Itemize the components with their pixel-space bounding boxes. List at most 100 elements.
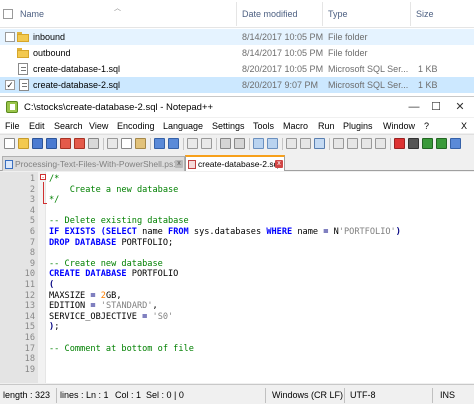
- record-macro-icon[interactable]: [394, 138, 405, 149]
- print-icon[interactable]: [88, 138, 99, 149]
- file-type: Microsoft SQL Ser...: [328, 80, 409, 90]
- show-all-characters-icon[interactable]: [300, 138, 311, 149]
- word-wrap-icon[interactable]: [286, 138, 297, 149]
- code-line[interactable]: 16: [0, 333, 474, 344]
- line-number: 4: [29, 205, 35, 216]
- minimize-button[interactable]: —: [406, 99, 422, 115]
- close-file-icon[interactable]: [60, 138, 71, 149]
- code-token: PORTFOLIO;: [116, 237, 174, 248]
- save-macro-icon[interactable]: [450, 138, 461, 149]
- code-token: name: [136, 227, 169, 237]
- open-file-icon[interactable]: [18, 138, 29, 149]
- code-token: GB,: [105, 290, 122, 301]
- code-editor[interactable]: 1/* 2 Create a new database 3 */4 5 -- Delete…: [0, 172, 474, 383]
- column-header-date[interactable]: Date modified: [242, 9, 298, 19]
- copy-icon[interactable]: [121, 138, 132, 149]
- column-divider[interactable]: [236, 2, 237, 26]
- menu-window[interactable]: Window: [383, 121, 415, 131]
- menu-close-document[interactable]: X: [461, 121, 467, 131]
- menu-edit[interactable]: Edit: [29, 121, 45, 131]
- folder-as-workspace-icon[interactable]: [375, 138, 386, 149]
- find-icon[interactable]: [187, 138, 198, 149]
- function-list-icon[interactable]: [361, 138, 372, 149]
- menu-plugins[interactable]: Plugins: [343, 121, 373, 131]
- file-row-create-database-1[interactable]: create-database-1.sql 8/20/2017 10:05 PM…: [0, 61, 474, 77]
- status-encoding[interactable]: UTF-8: [350, 390, 376, 400]
- run-macro-multiple-icon[interactable]: [436, 138, 447, 149]
- code-line[interactable]: 14 SERVICE_OBJECTIVE = 'S0': [0, 312, 474, 323]
- code-line[interactable]: 10 CREATE DATABASE PORTFOLIO: [0, 269, 474, 280]
- replace-icon[interactable]: [201, 138, 212, 149]
- code-line[interactable]: 1 /*: [0, 174, 474, 185]
- save-icon[interactable]: [32, 138, 43, 149]
- column-divider[interactable]: [410, 2, 411, 26]
- tab-processing-text-files[interactable]: Processing-Text-Files-With-PowerShell.ps…: [2, 156, 185, 171]
- menu-language[interactable]: Language: [163, 121, 203, 131]
- doc-map-icon[interactable]: [347, 138, 358, 149]
- playback-macro-icon[interactable]: [422, 138, 433, 149]
- code-line[interactable]: 8: [0, 248, 474, 259]
- zoom-in-icon[interactable]: [220, 138, 231, 149]
- select-all-checkbox[interactable]: [3, 9, 13, 19]
- code-token: -- Delete existing database: [49, 216, 189, 227]
- menu-file[interactable]: File: [5, 121, 20, 131]
- line-number: 2: [29, 184, 35, 195]
- column-header-type[interactable]: Type: [328, 9, 348, 19]
- new-file-icon[interactable]: [4, 138, 15, 149]
- code-line[interactable]: 18: [0, 354, 474, 365]
- code-line[interactable]: 7 DROP DATABASE PORTFOLIO;: [0, 238, 474, 249]
- menu-settings[interactable]: Settings: [212, 121, 245, 131]
- menu-tools[interactable]: Tools: [253, 121, 274, 131]
- menu-encoding[interactable]: Encoding: [117, 121, 155, 131]
- stop-recording-icon[interactable]: [408, 138, 419, 149]
- row-checkbox-checked[interactable]: ✓: [5, 80, 15, 90]
- menu-run[interactable]: Run: [318, 121, 335, 131]
- undo-icon[interactable]: [154, 138, 165, 149]
- code-line[interactable]: 15);: [0, 322, 474, 333]
- code-line[interactable]: 12 MAXSIZE = 2GB,: [0, 291, 474, 302]
- file-row-inbound[interactable]: inbound 8/14/2017 10:05 PM File folder: [0, 29, 474, 45]
- sync-vertical-icon[interactable]: [253, 138, 264, 149]
- line-number: 8: [29, 248, 35, 259]
- zoom-out-icon[interactable]: [234, 138, 245, 149]
- code-line[interactable]: 4: [0, 206, 474, 217]
- file-row-create-database-2[interactable]: ✓ create-database-2.sql 8/20/2017 9:07 P…: [0, 77, 474, 93]
- column-header-name[interactable]: Name: [20, 9, 44, 19]
- maximize-button[interactable]: ☐: [428, 99, 444, 115]
- code-line[interactable]: 19: [0, 365, 474, 376]
- code-line[interactable]: 17 -- Comment at bottom of file: [0, 344, 474, 355]
- code-token: IF EXISTS (: [49, 227, 106, 237]
- paste-icon[interactable]: [135, 138, 146, 149]
- code-line[interactable]: 11 (: [0, 280, 474, 291]
- redo-icon[interactable]: [168, 138, 179, 149]
- sync-horizontal-icon[interactable]: [267, 138, 278, 149]
- save-all-icon[interactable]: [46, 138, 57, 149]
- file-date: 8/14/2017 10:05 PM: [242, 48, 324, 58]
- close-all-icon[interactable]: [74, 138, 85, 149]
- status-eol-format[interactable]: Windows (CR LF): [272, 390, 343, 400]
- code-line[interactable]: 9 -- Create new database: [0, 259, 474, 270]
- indent-guide-icon[interactable]: [314, 138, 325, 149]
- close-window-button[interactable]: ✕: [452, 99, 468, 115]
- code-line[interactable]: 5 -- Delete existing database: [0, 216, 474, 227]
- file-row-outbound[interactable]: outbound 8/14/2017 10:05 PM File folder: [0, 45, 474, 61]
- menu-search[interactable]: Search: [54, 121, 83, 131]
- title-bar[interactable]: C:\stocks\create-database-2.sql - Notepa…: [0, 97, 474, 117]
- sort-up-icon: ︿: [114, 5, 121, 12]
- tab-close-icon[interactable]: x: [175, 160, 183, 168]
- menu-help[interactable]: ?: [424, 121, 429, 131]
- row-checkbox[interactable]: [5, 32, 15, 42]
- tab-create-database-2[interactable]: create-database-2.sql x: [185, 155, 285, 171]
- code-line[interactable]: 2 Create a new database: [0, 185, 474, 196]
- cut-icon[interactable]: [107, 138, 118, 149]
- column-header-size[interactable]: Size: [416, 9, 434, 19]
- language-udl-icon[interactable]: [333, 138, 344, 149]
- menu-macro[interactable]: Macro: [283, 121, 308, 131]
- code-line[interactable]: 3 */: [0, 195, 474, 206]
- menu-view[interactable]: View: [89, 121, 108, 131]
- fold-toggle-icon[interactable]: -: [40, 174, 46, 181]
- code-line[interactable]: 13 EDITION = 'STANDARD',: [0, 301, 474, 312]
- column-divider[interactable]: [322, 2, 323, 26]
- tab-close-icon[interactable]: x: [275, 160, 283, 168]
- code-line[interactable]: 6 IF EXISTS (SELECT name FROM sys.databas…: [0, 227, 474, 238]
